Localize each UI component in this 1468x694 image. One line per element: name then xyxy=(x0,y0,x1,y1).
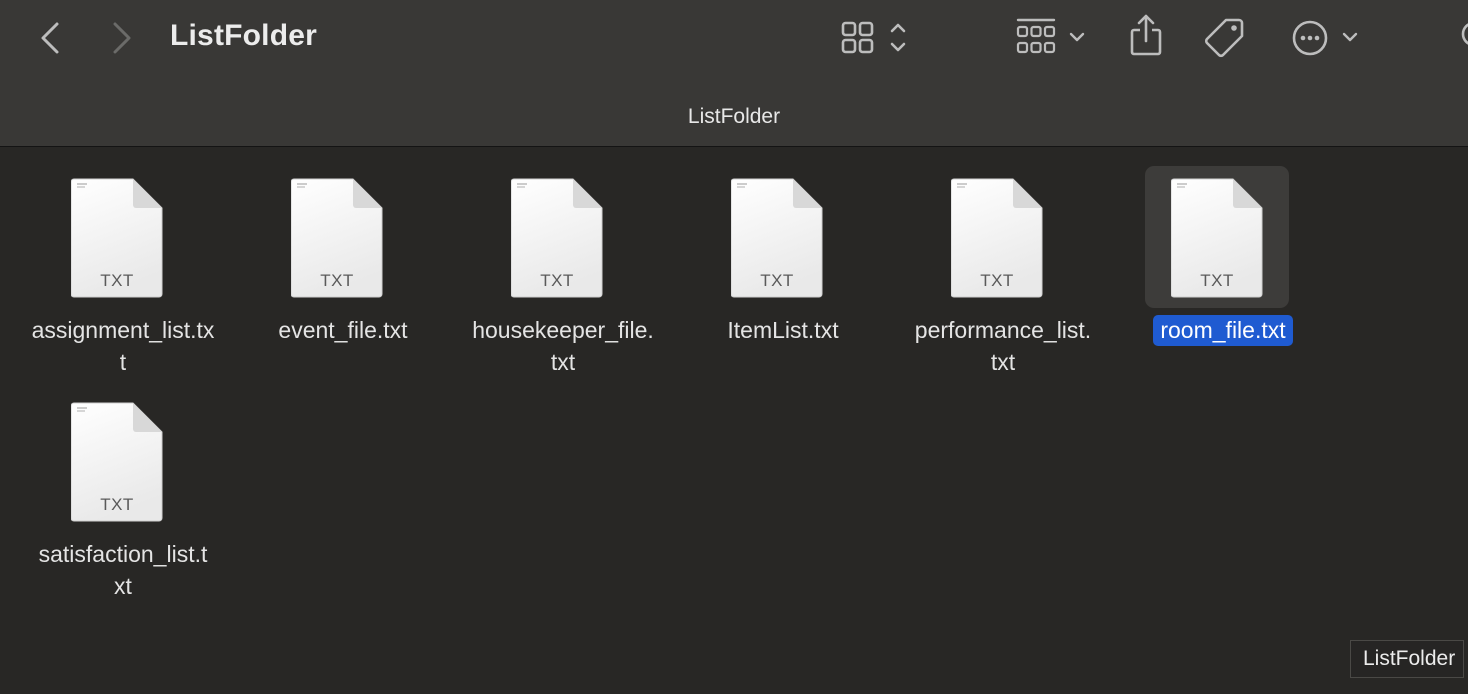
file-item[interactable]: TXT housekeeper_file.txt xyxy=(453,178,673,378)
file-name-line: xt xyxy=(114,573,132,599)
file-name-line: event_file.txt xyxy=(278,317,408,343)
file-item[interactable]: TXT satisfaction_list.txt xyxy=(13,402,233,602)
file-name-line: txt xyxy=(550,349,576,375)
tooltip: ListFolder xyxy=(1350,640,1465,678)
file-item[interactable]: TXT room_file.txt xyxy=(1113,166,1333,378)
toolbar: ListFolder xyxy=(0,0,1468,77)
txt-file-icon: TXT xyxy=(511,178,603,298)
search-icon[interactable] xyxy=(1458,20,1468,54)
file-name-label[interactable]: room_file.txt xyxy=(1113,314,1333,346)
file-item[interactable]: TXT ItemList.txt xyxy=(673,178,893,378)
file-name-label[interactable]: performance_list.txt xyxy=(893,314,1113,378)
file-name-line: assignment_list.tx xyxy=(31,317,215,343)
txt-file-icon: TXT xyxy=(71,402,163,522)
file-kind-label: TXT xyxy=(100,495,134,514)
txt-file-icon: TXT xyxy=(951,178,1043,298)
file-name-label[interactable]: assignment_list.txt xyxy=(13,314,233,378)
file-name-label[interactable]: satisfaction_list.txt xyxy=(13,538,233,602)
file-name-line: housekeeper_file. xyxy=(472,317,654,343)
txt-file-icon: TXT xyxy=(731,178,823,298)
file-kind-label: TXT xyxy=(540,271,574,290)
file-name-label[interactable]: ItemList.txt xyxy=(673,314,893,346)
view-mode-button[interactable] xyxy=(838,18,914,58)
file-name-line: performance_list. xyxy=(914,317,1092,343)
group-by-icon xyxy=(1016,18,1085,54)
grid-view-icon xyxy=(841,21,906,54)
file-name-line: t xyxy=(119,349,127,375)
file-kind-label: TXT xyxy=(320,271,354,290)
file-kind-label: TXT xyxy=(100,271,134,290)
file-name-label[interactable]: event_file.txt xyxy=(233,314,453,346)
file-item[interactable]: TXT performance_list.txt xyxy=(893,178,1113,378)
more-actions-button[interactable] xyxy=(1290,18,1362,58)
file-kind-label: TXT xyxy=(1200,271,1234,290)
file-kind-label: TXT xyxy=(760,271,794,290)
forward-chevron-icon[interactable] xyxy=(108,20,136,56)
path-bar-title: ListFolder xyxy=(687,105,781,128)
ellipsis-circle-icon xyxy=(1292,20,1358,56)
window-title: ListFolder xyxy=(170,19,318,52)
file-item[interactable]: TXT event_file.txt xyxy=(233,178,453,378)
file-name-line: satisfaction_list.t xyxy=(38,541,208,567)
txt-file-icon: TXT xyxy=(71,178,163,298)
file-name-label[interactable]: housekeeper_file.txt xyxy=(453,314,673,378)
file-name-line: txt xyxy=(990,349,1016,375)
selected-file-name[interactable]: room_file.txt xyxy=(1153,315,1293,346)
txt-file-icon: TXT xyxy=(1171,178,1263,298)
group-by-button[interactable] xyxy=(1014,16,1090,58)
file-kind-label: TXT xyxy=(980,271,1014,290)
file-name-line: ItemList.txt xyxy=(727,317,839,343)
file-item[interactable]: TXT assignment_list.txt xyxy=(13,178,233,378)
share-icon[interactable] xyxy=(1128,12,1164,58)
back-chevron-icon[interactable] xyxy=(36,20,64,56)
tag-icon[interactable] xyxy=(1204,16,1246,58)
file-grid: TXT assignment_list.tx t TXT event_file.txt T… xyxy=(0,147,1468,694)
txt-file-icon: TXT xyxy=(291,178,383,298)
finder-window: ListFolder ListFolder TXT assignment_lis… xyxy=(0,0,1468,694)
